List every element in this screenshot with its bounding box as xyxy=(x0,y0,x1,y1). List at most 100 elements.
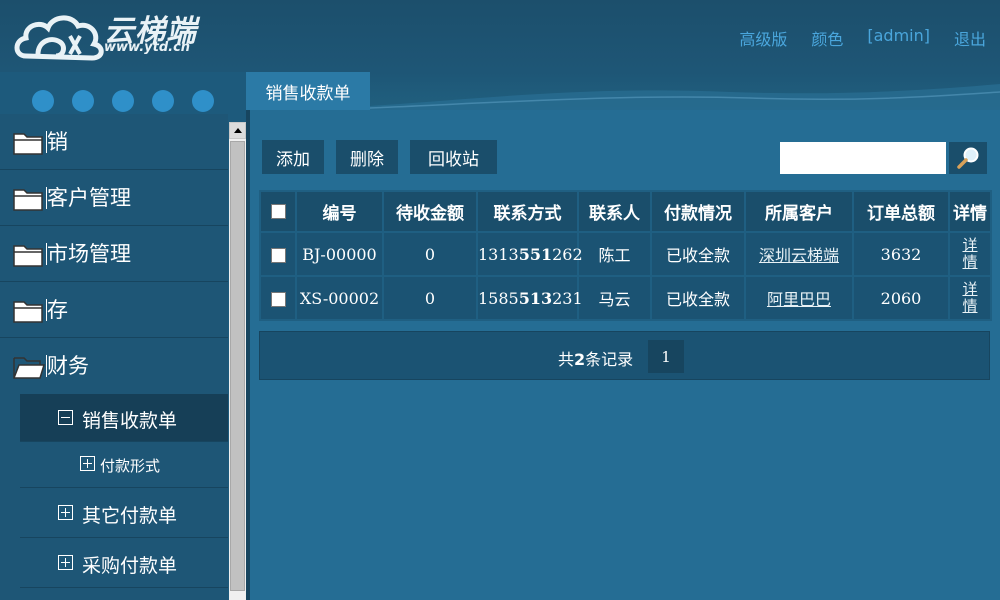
cell-pending: 0 xyxy=(382,231,478,277)
add-button[interactable]: 添加 xyxy=(262,140,324,174)
sidebar: 销 客户管理 市场管理 存 财务 销售收款单 付款形式 其它付款单 采购付款单 xyxy=(0,114,228,600)
table-row: BJ-00000 0 1313551262 陈工 已收全款 深圳云梯端 3632… xyxy=(259,231,992,277)
recycle-bin-button[interactable]: 回收站 xyxy=(410,140,497,174)
cell-contact: 1585513231 xyxy=(476,275,583,321)
wave-decoration-icon xyxy=(370,84,1000,110)
select-all-cell xyxy=(259,190,297,233)
customer-link[interactable]: 阿里巴巴 xyxy=(767,290,831,309)
delete-button[interactable]: 删除 xyxy=(336,140,398,174)
cell-payment: 已收全款 xyxy=(650,275,746,321)
contact-part: 1585 xyxy=(478,288,519,308)
sidebar-item-label: 财务 xyxy=(46,354,89,378)
sidebar-item-sales[interactable]: 销 xyxy=(0,114,228,170)
record-count-prefix: 共 xyxy=(558,350,575,369)
cell-total: 3632 xyxy=(852,231,950,277)
dot-icon xyxy=(192,90,214,112)
sidebar-subitem-label: 销售收款单 xyxy=(82,410,178,432)
sidebar-scrollbar[interactable] xyxy=(229,122,246,600)
logo-url: www.ytd.cn xyxy=(104,40,191,55)
cell-detail: 详情 xyxy=(948,231,992,277)
sidebar-subitem-label: 采购付款单 xyxy=(82,555,178,577)
contact-part: 513 xyxy=(518,288,553,308)
dot-icon xyxy=(112,90,134,112)
plus-box-icon xyxy=(58,505,73,520)
column-header: 待收金额 xyxy=(382,190,478,233)
sidebar-subitem-purchase-payment[interactable]: 采购付款单 xyxy=(20,538,228,588)
detail-link[interactable]: 详情 xyxy=(962,237,977,271)
detail-link-char: 详 xyxy=(962,280,978,298)
select-all-checkbox[interactable] xyxy=(270,204,286,219)
sidebar-subitem-sales-receipt[interactable]: 销售收款单 xyxy=(20,394,228,442)
folder-icon xyxy=(13,301,43,323)
search-icon xyxy=(957,147,979,169)
detail-link[interactable]: 详情 xyxy=(962,281,977,315)
folder-icon xyxy=(13,133,43,155)
header: 云梯端 www.ytd.cn 高级版 颜色 [admin] 退出 xyxy=(0,0,1000,72)
dot-row xyxy=(32,90,214,112)
cell-customer: 深圳云梯端 xyxy=(744,231,854,277)
sidebar-subitem-other-payment[interactable]: 其它付款单 xyxy=(20,488,228,538)
sidebar-item-market[interactable]: 市场管理 xyxy=(0,226,228,282)
column-header: 联系方式 xyxy=(476,190,579,233)
scrollbar-thumb[interactable] xyxy=(230,141,245,591)
pro-version-link[interactable]: 高级版 xyxy=(739,26,787,50)
dot-icon xyxy=(32,90,54,112)
detail-link-char: 详 xyxy=(962,236,978,254)
column-header: 订单总额 xyxy=(852,190,950,233)
page-button[interactable]: 1 xyxy=(648,340,684,373)
row-checkbox[interactable] xyxy=(270,247,286,263)
sidebar-item-finance[interactable]: 财务 xyxy=(0,338,228,394)
record-count: 共2条记录 xyxy=(558,346,633,370)
minus-box-icon xyxy=(58,410,73,425)
sidebar-item-customer[interactable]: 客户管理 xyxy=(0,170,228,226)
sidebar-subitem-payment-form[interactable]: 付款形式 xyxy=(20,442,228,488)
contact-part: 262 xyxy=(552,244,583,264)
search-input[interactable] xyxy=(780,142,946,174)
cell-id: BJ-00000 xyxy=(295,231,384,277)
column-header: 编号 xyxy=(295,190,384,233)
sidebar-item-inventory[interactable]: 存 xyxy=(0,282,228,338)
cell-total: 2060 xyxy=(852,275,950,321)
receipt-table: 编号 待收金额 联系方式 联系人 付款情况 所属客户 订单总额 详情 BJ-00… xyxy=(259,190,992,321)
top-links: 高级版 颜色 [admin] 退出 xyxy=(739,26,986,50)
sidebar-subitem-label: 其它付款单 xyxy=(82,505,178,527)
dot-icon xyxy=(72,90,94,112)
record-count-suffix: 条记录 xyxy=(585,350,634,369)
contact-part: 231 xyxy=(552,288,583,308)
folder-icon xyxy=(13,245,43,267)
detail-link-char: 情 xyxy=(962,297,978,315)
cell-pending: 0 xyxy=(382,275,478,321)
plus-box-icon xyxy=(58,555,73,570)
row-checkbox[interactable] xyxy=(270,291,286,307)
sidebar-item-label: 市场管理 xyxy=(46,241,131,266)
scroll-up-arrow-icon[interactable] xyxy=(229,122,246,139)
record-count-number: 2 xyxy=(574,350,586,369)
cell-contact: 1313551262 xyxy=(476,231,583,277)
sidebar-item-label: 销 xyxy=(46,129,68,154)
column-header: 所属客户 xyxy=(744,190,854,233)
admin-link[interactable]: [admin] xyxy=(867,26,930,50)
sidebar-item-label: 存 xyxy=(46,297,68,322)
contact-part: 551 xyxy=(518,244,553,264)
cell-customer: 阿里巴巴 xyxy=(744,275,854,321)
pagination: 共2条记录 1 xyxy=(259,331,990,380)
column-header: 联系人 xyxy=(577,190,652,233)
tab-sales-receipt[interactable]: 销售收款单 xyxy=(246,72,370,110)
sidebar-subitem-label: 付款形式 xyxy=(100,457,161,475)
column-header: 详情 xyxy=(948,190,992,233)
cell-person: 马云 xyxy=(577,275,652,321)
customer-link[interactable]: 深圳云梯端 xyxy=(759,246,839,265)
plus-box-icon xyxy=(80,456,95,471)
detail-link-char: 情 xyxy=(962,253,978,271)
contact-part: 1313 xyxy=(478,244,519,264)
logout-link[interactable]: 退出 xyxy=(954,26,986,50)
tab-bar: 销售收款单 xyxy=(246,72,1000,110)
color-link[interactable]: 颜色 xyxy=(811,26,843,50)
cell-person: 陈工 xyxy=(577,231,652,277)
cell-detail: 详情 xyxy=(948,275,992,321)
table-row: XS-00002 0 1585513231 马云 已收全款 阿里巴巴 2060 … xyxy=(259,275,992,321)
search-button[interactable] xyxy=(949,142,987,174)
column-header: 付款情况 xyxy=(650,190,746,233)
folder-icon xyxy=(13,189,43,211)
sidebar-item-label: 客户管理 xyxy=(46,185,131,210)
